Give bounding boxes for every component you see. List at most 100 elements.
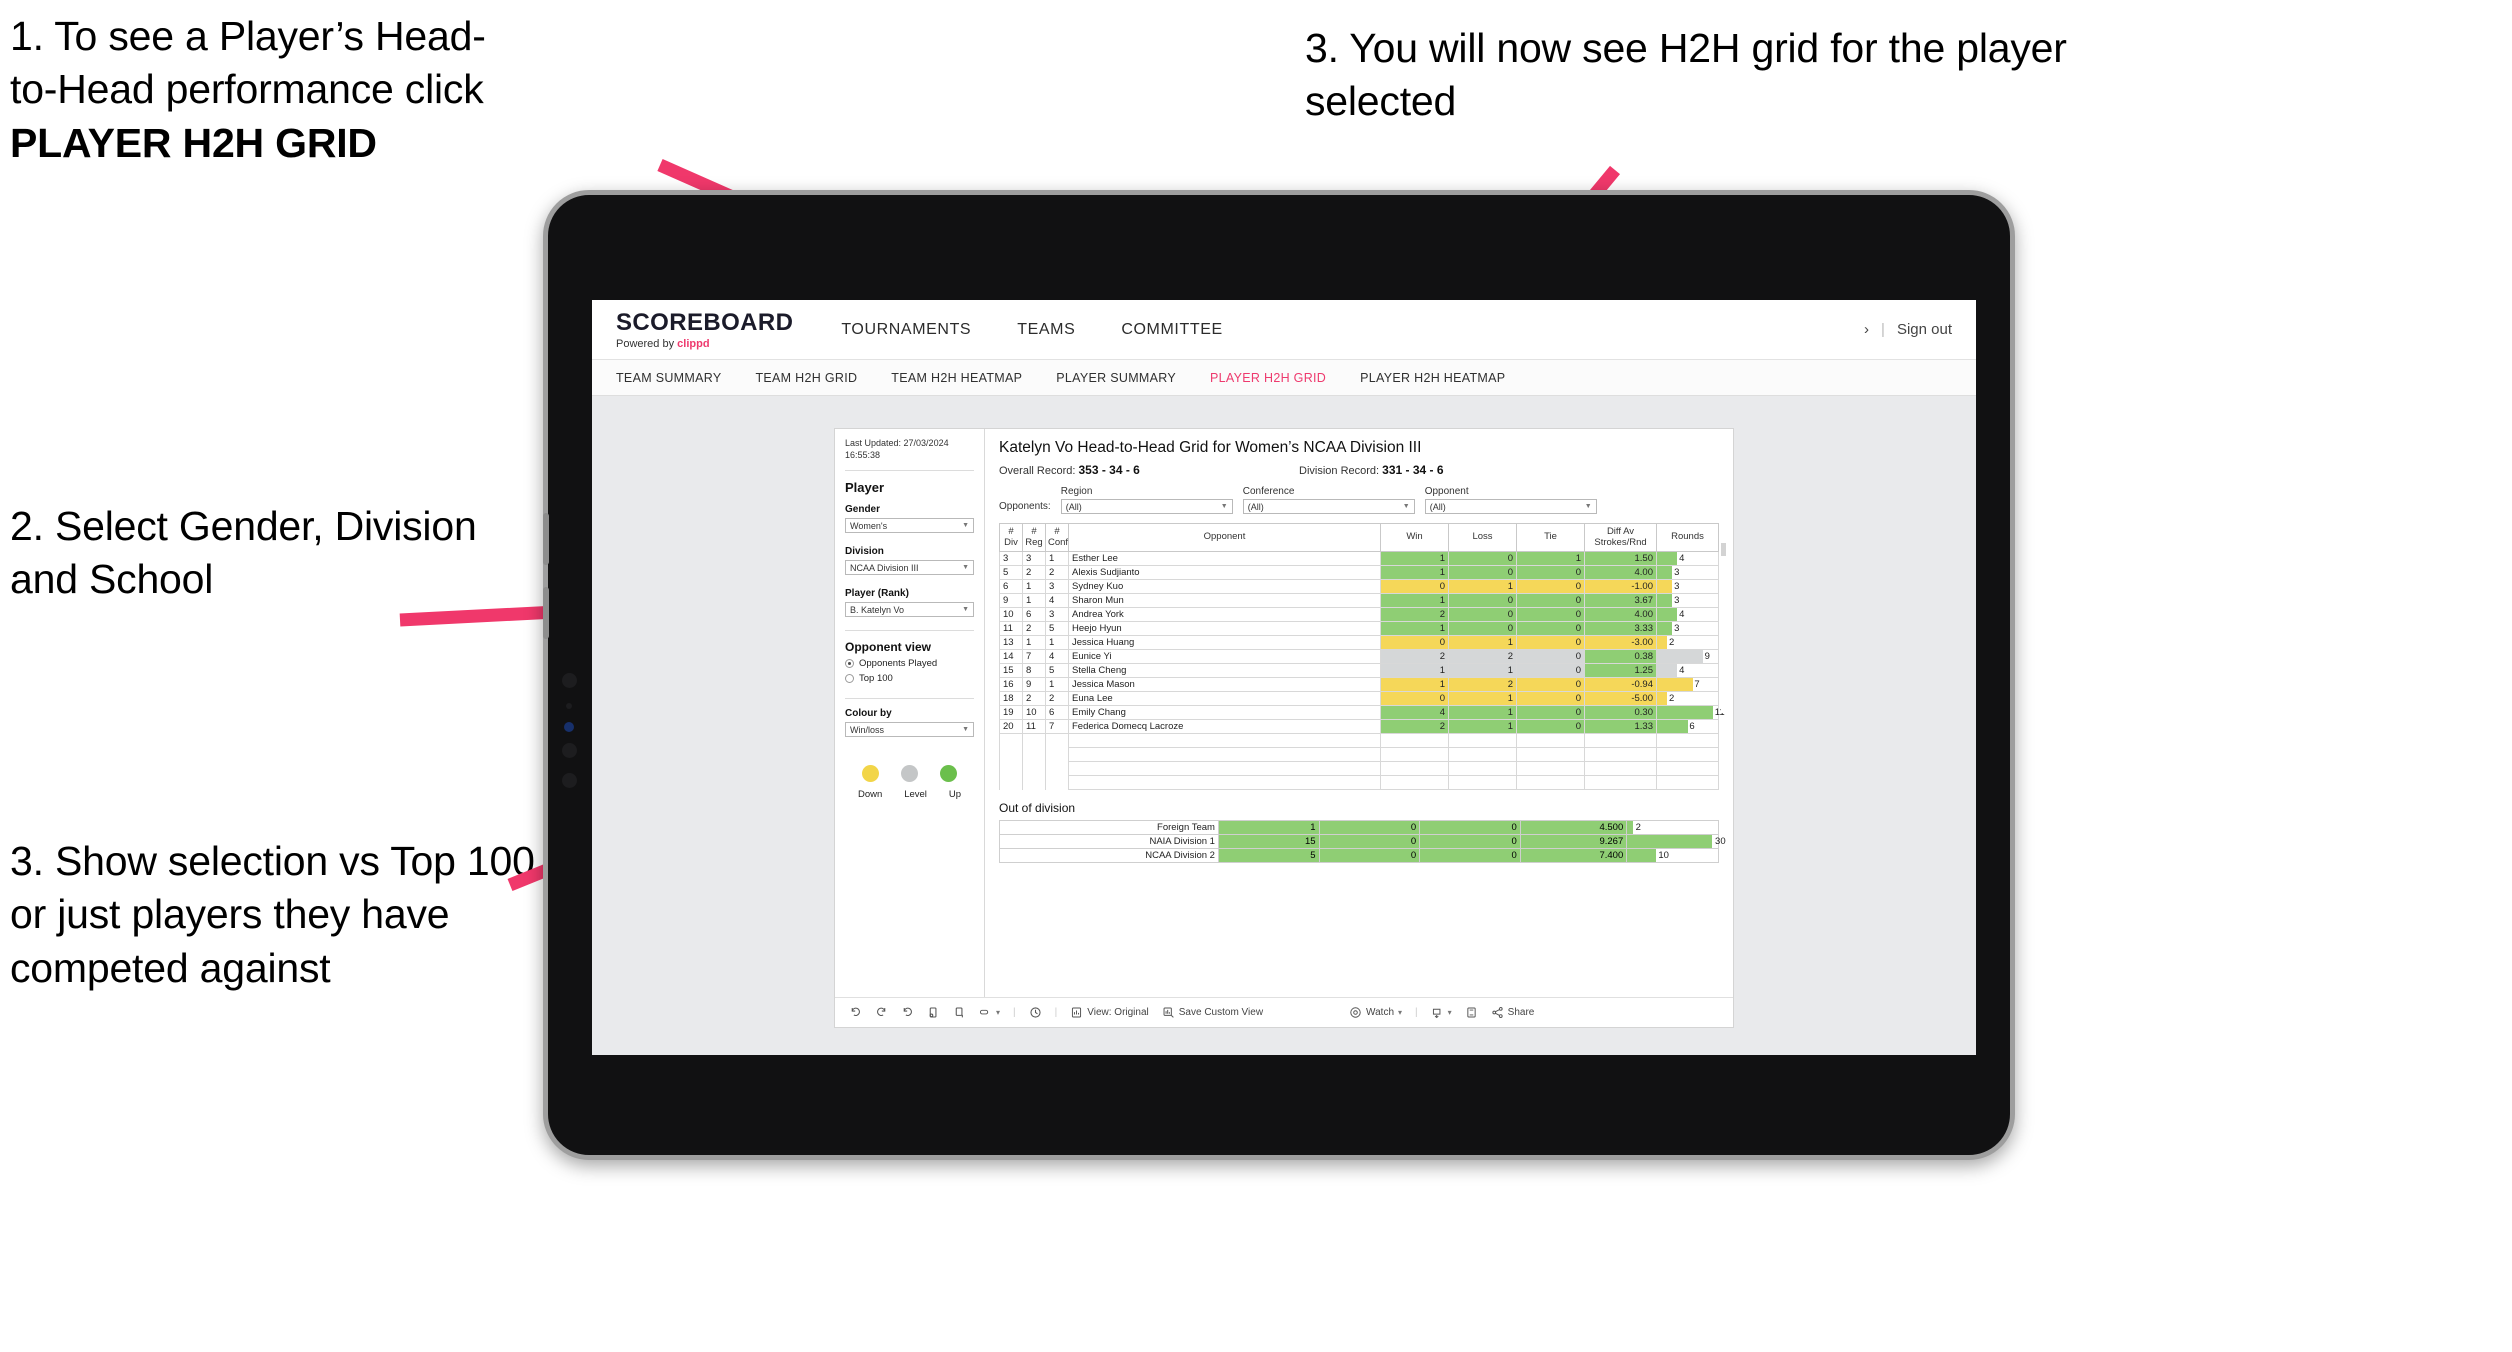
player-rank-select[interactable]: B. Katelyn Vo ▼ <box>845 602 974 618</box>
col-header-win[interactable]: Win <box>1380 522 1449 553</box>
table-row[interactable]: 13 1 1 Jessica Huang 0 1 0 -3.00 2 <box>999 635 1719 651</box>
download-icon[interactable]: ▾ <box>1431 1006 1452 1019</box>
out-of-division-row[interactable]: Foreign Team 1 0 0 4.500 2 <box>999 820 1719 836</box>
table-cell: 4 <box>1045 649 1069 665</box>
opponent-select[interactable]: (All) ▼ <box>1424 499 1597 514</box>
sign-out-link[interactable]: Sign out <box>1897 321 1952 338</box>
table-row[interactable]: 10 6 3 Andrea York 2 0 0 4.00 4 <box>999 607 1719 623</box>
history-icon[interactable] <box>1029 1006 1042 1019</box>
out-of-division-rounds-cell: 10 <box>1626 848 1719 864</box>
out-of-division-cell: 1 <box>1217 820 1320 836</box>
rounds-value: 7 <box>1694 679 1700 691</box>
header-right-controls: › | Sign out <box>1864 321 1952 338</box>
opponent-label: Opponent <box>1424 486 1469 497</box>
division-filter: Division NCAA Division III ▼ <box>845 546 974 576</box>
revert-icon[interactable] <box>901 1006 914 1019</box>
table-empty-cell <box>1380 733 1449 749</box>
table-cell: 1 <box>1448 719 1517 735</box>
table-empty-row <box>999 775 1719 791</box>
fullscreen-icon[interactable] <box>1465 1006 1478 1019</box>
table-empty-cell <box>1045 747 1069 762</box>
account-chevron-icon[interactable]: › <box>1864 321 1869 338</box>
col-header-conf[interactable]: # Conf <box>1045 522 1069 553</box>
table-row[interactable]: 15 8 5 Stella Cheng 1 1 0 1.25 4 <box>999 663 1719 679</box>
table-row[interactable]: 18 2 2 Euna Lee 0 1 0 -5.00 2 <box>999 691 1719 707</box>
out-of-division-row[interactable]: NAIA Division 1 15 0 0 9.267 30 <box>999 834 1726 850</box>
table-cell: 0 <box>1516 691 1585 707</box>
rounds-bar-cell: 11 <box>1656 705 1725 721</box>
radio-opponents-played[interactable]: Opponents Played <box>845 658 974 669</box>
rounds-bar <box>1627 835 1713 849</box>
table-row[interactable]: 6 1 3 Sydney Kuo 0 1 0 -1.00 3 <box>999 579 1719 595</box>
col-header-rounds[interactable]: Rounds <box>1656 522 1719 553</box>
col-header-tie[interactable]: Tie <box>1516 522 1585 553</box>
conference-filter: Conference (All) ▼ <box>1242 486 1415 514</box>
out-of-division-table: Foreign Team 1 0 0 4.500 2 NAIA Division 1 15 0 0… <box>999 820 1726 864</box>
opponents-label: Opponents: <box>999 501 1051 512</box>
out-of-division-cell: 15 <box>1217 834 1320 850</box>
col-header-reg[interactable]: # Reg <box>1022 522 1046 553</box>
table-empty-cell <box>1448 733 1517 749</box>
table-empty-cell <box>1068 775 1381 791</box>
table-cell: 9 <box>1022 677 1046 693</box>
out-of-division-label: NCAA Division 2 <box>999 848 1219 864</box>
table-row[interactable]: 20 11 7 Federica Domecq Lacroze 2 1 0 1.33 6 <box>999 719 1719 735</box>
chevron-down-icon: ▼ <box>962 726 969 734</box>
nav-tournaments[interactable]: TOURNAMENTS <box>841 321 971 339</box>
table-cell: 2 <box>1380 719 1449 735</box>
col-header-loss[interactable]: Loss <box>1448 522 1517 553</box>
table-row[interactable]: 9 1 4 Sharon Mun 1 0 0 3.67 3 <box>999 593 1719 609</box>
undo-icon[interactable] <box>849 1006 862 1019</box>
chevron-down-icon: ▾ <box>1398 1008 1403 1017</box>
opponent-view-heading: Opponent view <box>845 640 932 655</box>
table-cell: 1 <box>1380 677 1449 693</box>
nav-committee[interactable]: COMMITTEE <box>1121 321 1222 339</box>
radio-top-100[interactable]: Top 100 <box>845 673 974 684</box>
redo-icon[interactable] <box>875 1006 888 1019</box>
table-empty-cell <box>1516 775 1585 791</box>
refresh-data-icon[interactable] <box>927 1006 940 1019</box>
table-empty-cell <box>1068 747 1381 763</box>
table-cell: 10 <box>999 607 1023 623</box>
out-of-division-row[interactable]: NCAA Division 2 5 0 0 7.400 10 <box>999 848 1719 864</box>
table-row[interactable]: 16 9 1 Jessica Mason 1 2 0 -0.94 7 <box>999 677 1719 693</box>
tab-team-summary[interactable]: TEAM SUMMARY <box>616 371 721 385</box>
table-empty-cell <box>999 761 1023 776</box>
rounds-bar <box>1657 678 1693 692</box>
table-scrollbar-thumb[interactable] <box>1721 543 1726 556</box>
nav-teams[interactable]: TEAMS <box>1017 321 1075 339</box>
tab-team-h2h-heatmap[interactable]: TEAM H2H HEATMAP <box>891 371 1022 385</box>
tab-player-h2h-grid[interactable]: PLAYER H2H GRID <box>1210 371 1326 385</box>
share-button[interactable]: Share <box>1491 1006 1534 1019</box>
watch-button[interactable]: Watch ▾ <box>1349 1006 1402 1019</box>
gender-select[interactable]: Women's ▼ <box>845 518 974 534</box>
save-custom-view-button[interactable]: Save Custom View <box>1162 1006 1263 1019</box>
table-empty-row <box>999 733 1719 749</box>
tab-team-h2h-grid[interactable]: TEAM H2H GRID <box>755 371 857 385</box>
table-empty-cell <box>1380 775 1449 791</box>
chevron-down-icon: ▼ <box>1584 503 1592 510</box>
rounds-bar <box>1657 608 1678 622</box>
table-scrollbar-track[interactable] <box>1721 543 1726 713</box>
table-row[interactable]: 14 7 4 Eunice Yi 2 2 0 0.38 9 <box>999 649 1719 665</box>
table-empty-cell <box>1045 733 1069 748</box>
view-original-button[interactable]: View: Original <box>1070 1006 1149 1019</box>
region-select[interactable]: (All) ▼ <box>1060 499 1233 514</box>
col-header-div[interactable]: # Div <box>999 522 1023 553</box>
division-select[interactable]: NCAA Division III ▼ <box>845 560 974 576</box>
highlight-icon[interactable]: ▾ <box>979 1006 1000 1019</box>
chevron-down-icon: ▼ <box>962 522 969 530</box>
table-row[interactable]: 11 2 5 Heejo Hyun 1 0 0 3.33 3 <box>999 621 1719 637</box>
table-row[interactable]: 19 10 6 Emily Chang 4 1 0 0.30 11 <box>999 705 1725 721</box>
conference-select[interactable]: (All) ▼ <box>1242 499 1415 514</box>
table-row[interactable]: 5 2 2 Alexis Sudjianto 1 0 0 4.00 3 <box>999 565 1719 581</box>
table-cell: Stella Cheng <box>1068 663 1381 679</box>
col-header-opponent[interactable]: Opponent <box>1068 522 1381 553</box>
pause-updates-icon[interactable] <box>953 1006 966 1019</box>
table-row[interactable]: 3 3 1 Esther Lee 1 0 1 1.50 4 <box>999 551 1719 567</box>
table-cell: 1.25 <box>1584 663 1657 679</box>
col-header-strokes-rnd[interactable]: Diff Av Strokes/Rnd <box>1584 522 1657 553</box>
tab-player-summary[interactable]: PLAYER SUMMARY <box>1056 371 1176 385</box>
tab-player-h2h-heatmap[interactable]: PLAYER H2H HEATMAP <box>1360 371 1505 385</box>
colour-by-select[interactable]: Win/loss ▼ <box>845 722 974 738</box>
